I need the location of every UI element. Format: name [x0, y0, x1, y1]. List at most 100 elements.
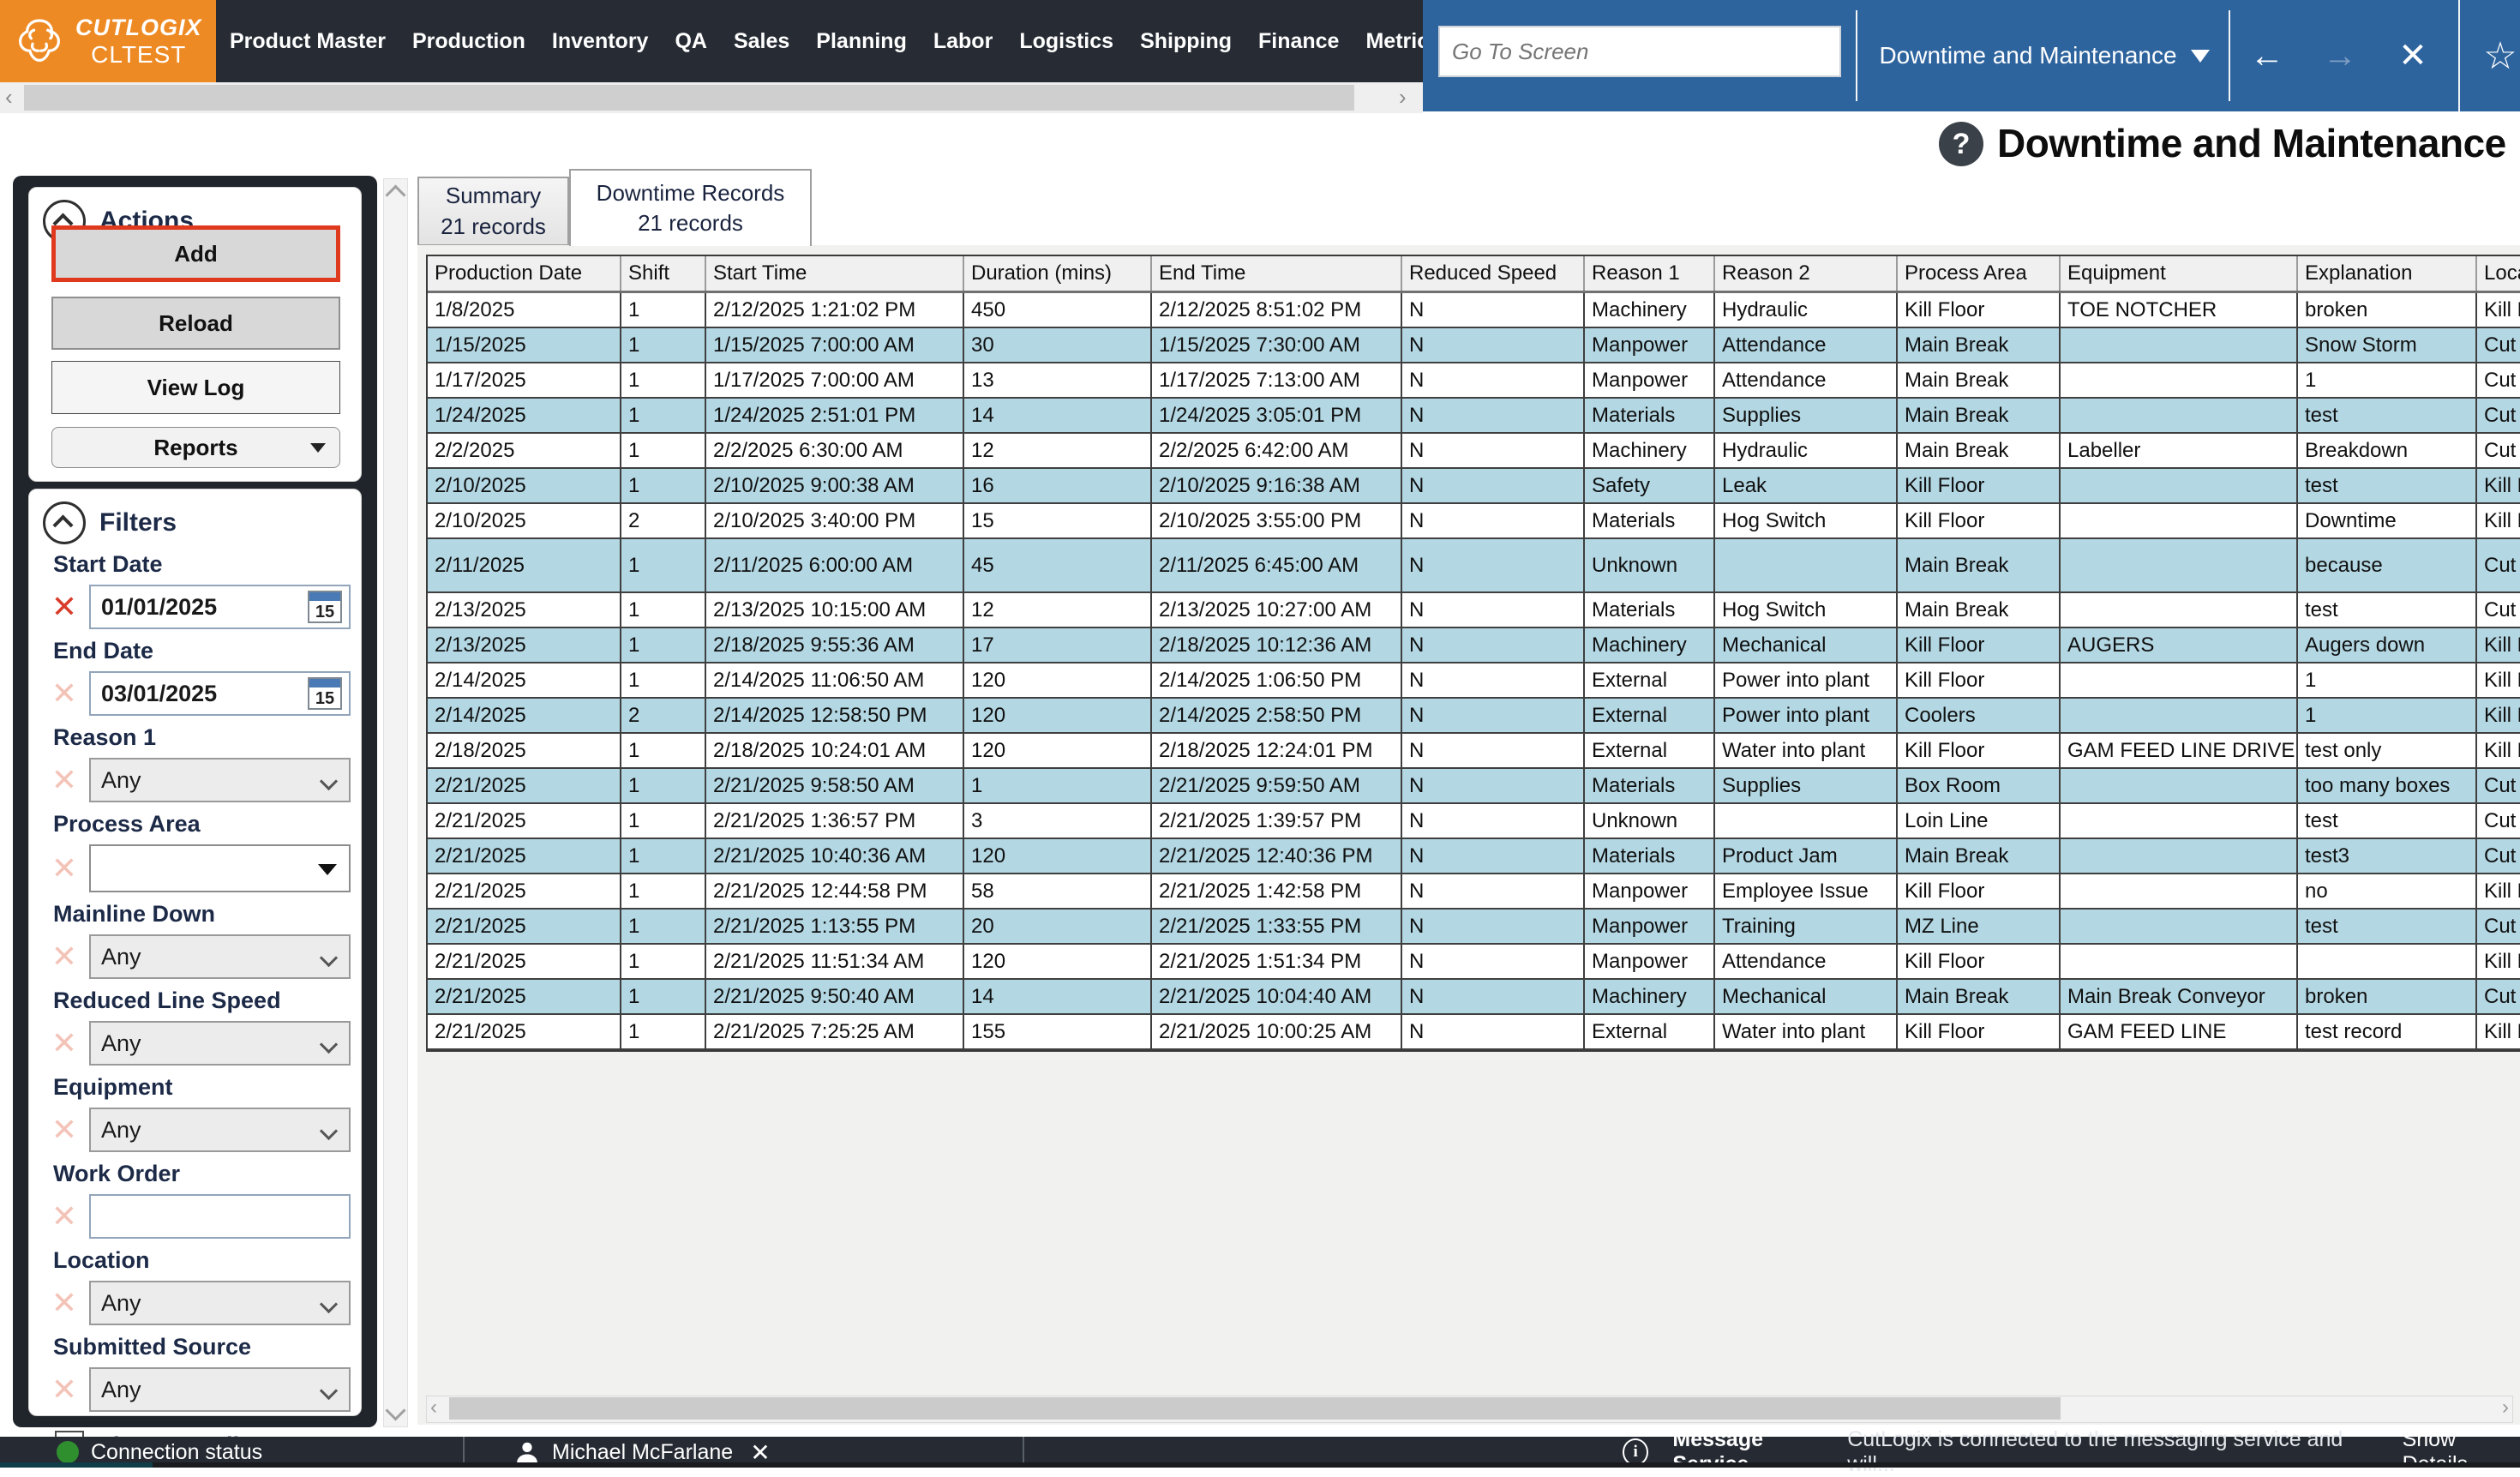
grid-cell[interactable]: 58: [964, 874, 1152, 908]
grid-cell[interactable]: External: [1585, 1015, 1715, 1048]
table-row[interactable]: 2/21/202512/21/2025 1:13:55 PM202/21/202…: [428, 910, 2520, 945]
grid-cell[interactable]: 1: [621, 734, 706, 767]
column-header[interactable]: Explanation: [2298, 256, 2477, 291]
column-header[interactable]: Equipment: [2061, 256, 2298, 291]
grid-cell[interactable]: Cut Floor: [2477, 839, 2520, 873]
grid-cell[interactable]: N: [1402, 628, 1585, 662]
grid-cell[interactable]: 2/21/2025: [428, 1015, 621, 1048]
grid-cell[interactable]: Cut Floor: [2477, 910, 2520, 943]
table-row[interactable]: 2/18/202512/18/2025 10:24:01 AM1202/18/2…: [428, 734, 2520, 769]
grid-cell[interactable]: Manpower: [1585, 328, 1715, 362]
grid-cell[interactable]: 120: [964, 663, 1152, 697]
grid-cell[interactable]: 1/15/2025 7:00:00 AM: [706, 328, 964, 362]
table-row[interactable]: 1/24/202511/24/2025 2:51:01 PM141/24/202…: [428, 399, 2520, 434]
grid-cell[interactable]: 13: [964, 363, 1152, 397]
grid-cell[interactable]: N: [1402, 328, 1585, 362]
grid-cell[interactable]: 2/13/2025 10:27:00 AM: [1152, 593, 1402, 627]
grid-cell[interactable]: 2/11/2025 6:45:00 AM: [1152, 539, 1402, 591]
column-header[interactable]: End Time: [1152, 256, 1402, 291]
grid-cell[interactable]: [2061, 539, 2298, 591]
clear-filter-icon-location[interactable]: ✕: [48, 1288, 81, 1318]
grid-cell[interactable]: [2061, 593, 2298, 627]
grid-cell[interactable]: Unknown: [1585, 539, 1715, 591]
grid-cell[interactable]: 1: [964, 769, 1152, 802]
grid-cell[interactable]: N: [1402, 434, 1585, 467]
menu-item-inventory[interactable]: Inventory: [552, 29, 649, 54]
grid-cell[interactable]: Kill Floor: [2477, 734, 2520, 767]
clear-filter-icon-end-date[interactable]: ✕: [48, 678, 81, 709]
scroll-up-icon[interactable]: [385, 184, 405, 205]
clear-filter-icon-reason-1[interactable]: ✕: [48, 765, 81, 796]
grid-cell[interactable]: 2/21/2025 10:04:40 AM: [1152, 980, 1402, 1013]
column-header[interactable]: Process Area: [1898, 256, 2061, 291]
grid-cell[interactable]: Cut Floor: [2477, 399, 2520, 432]
grid-cell[interactable]: Kill Floor: [2477, 945, 2520, 978]
grid-cell[interactable]: Kill Floor: [1898, 504, 2061, 537]
filter-start-date-input[interactable]: 01/01/202515: [89, 585, 351, 629]
calendar-icon[interactable]: 15: [308, 677, 342, 710]
grid-cell[interactable]: Power into plant: [1715, 663, 1898, 697]
close-screen-button[interactable]: ✕: [2383, 0, 2443, 111]
grid-cell[interactable]: Machinery: [1585, 434, 1715, 467]
table-row[interactable]: 2/10/202512/10/2025 9:00:38 AM162/10/202…: [428, 469, 2520, 504]
grid-cell[interactable]: 2/10/2025 9:00:38 AM: [706, 469, 964, 502]
grid-cell[interactable]: 2/14/2025 12:58:50 PM: [706, 699, 964, 732]
grid-cell[interactable]: 17: [964, 628, 1152, 662]
grid-cell[interactable]: 1: [621, 980, 706, 1013]
grid-cell[interactable]: test: [2298, 593, 2477, 627]
grid-cell[interactable]: Kill Floor: [2477, 628, 2520, 662]
scrollbar-thumb[interactable]: [449, 1397, 2061, 1420]
grid-cell[interactable]: Hydraulic: [1715, 434, 1898, 467]
grid-cell[interactable]: 2/10/2025: [428, 504, 621, 537]
scroll-down-icon[interactable]: [385, 1400, 405, 1420]
grid-cell[interactable]: Training: [1715, 910, 1898, 943]
grid-cell[interactable]: Attendance: [1715, 328, 1898, 362]
grid-cell[interactable]: N: [1402, 734, 1585, 767]
grid-cell[interactable]: Snow Storm: [2298, 328, 2477, 362]
grid-cell[interactable]: test only: [2298, 734, 2477, 767]
grid-cell[interactable]: 14: [964, 980, 1152, 1013]
grid-cell[interactable]: 2/21/2025: [428, 804, 621, 838]
grid-cell[interactable]: [2061, 769, 2298, 802]
clear-filter-icon-process-area[interactable]: ✕: [48, 853, 81, 884]
grid-cell[interactable]: [2061, 699, 2298, 732]
table-row[interactable]: 2/11/202512/11/2025 6:00:00 AM452/11/202…: [428, 539, 2520, 593]
grid-cell[interactable]: 1: [621, 328, 706, 362]
grid-cell[interactable]: Cut Floor: [2477, 769, 2520, 802]
grid-cell[interactable]: 2/21/2025 10:40:36 AM: [706, 839, 964, 873]
grid-cell[interactable]: N: [1402, 1015, 1585, 1048]
grid-cell[interactable]: TOE NOTCHER: [2061, 293, 2298, 327]
grid-cell[interactable]: Materials: [1585, 769, 1715, 802]
grid-cell[interactable]: broken: [2298, 980, 2477, 1013]
table-row[interactable]: 2/14/202512/14/2025 11:06:50 AM1202/14/2…: [428, 663, 2520, 699]
reload-button[interactable]: Reload: [51, 297, 340, 350]
grid-cell[interactable]: N: [1402, 874, 1585, 908]
grid-cell[interactable]: Materials: [1585, 593, 1715, 627]
grid-cell[interactable]: Kill Floor: [1898, 628, 2061, 662]
table-row[interactable]: 2/13/202512/18/2025 9:55:36 AM172/18/202…: [428, 628, 2520, 663]
grid-cell[interactable]: 2/21/2025 1:13:55 PM: [706, 910, 964, 943]
menu-item-labor[interactable]: Labor: [933, 29, 993, 54]
grid-cell[interactable]: N: [1402, 363, 1585, 397]
grid-cell[interactable]: Kill Floor: [2477, 699, 2520, 732]
grid-cell[interactable]: 1: [2298, 663, 2477, 697]
grid-cell[interactable]: 1: [621, 839, 706, 873]
grid-cell[interactable]: N: [1402, 910, 1585, 943]
grid-cell[interactable]: Kill Floor: [1898, 734, 2061, 767]
filter-submitted-source-dropdown[interactable]: Any: [89, 1367, 351, 1412]
grid-cell[interactable]: 2/12/2025 8:51:02 PM: [1152, 293, 1402, 327]
grid-cell[interactable]: N: [1402, 980, 1585, 1013]
grid-cell[interactable]: Water into plant: [1715, 1015, 1898, 1048]
grid-cell[interactable]: 12: [964, 434, 1152, 467]
grid-cell[interactable]: 1/17/2025: [428, 363, 621, 397]
table-row[interactable]: 2/21/202512/21/2025 12:44:58 PM582/21/20…: [428, 874, 2520, 910]
clear-filter-icon-mainline-down[interactable]: ✕: [48, 941, 81, 972]
help-icon[interactable]: ?: [1939, 122, 1983, 166]
menu-item-product-master[interactable]: Product Master: [230, 29, 386, 54]
show-details-link[interactable]: Show Details: [2403, 1427, 2520, 1477]
grid-cell[interactable]: 2/13/2025 10:15:00 AM: [706, 593, 964, 627]
grid-cell[interactable]: 2/21/2025: [428, 874, 621, 908]
grid-cell[interactable]: Machinery: [1585, 628, 1715, 662]
filter-work-order-input[interactable]: [89, 1194, 351, 1239]
grid-cell[interactable]: Kill Floor: [2477, 663, 2520, 697]
